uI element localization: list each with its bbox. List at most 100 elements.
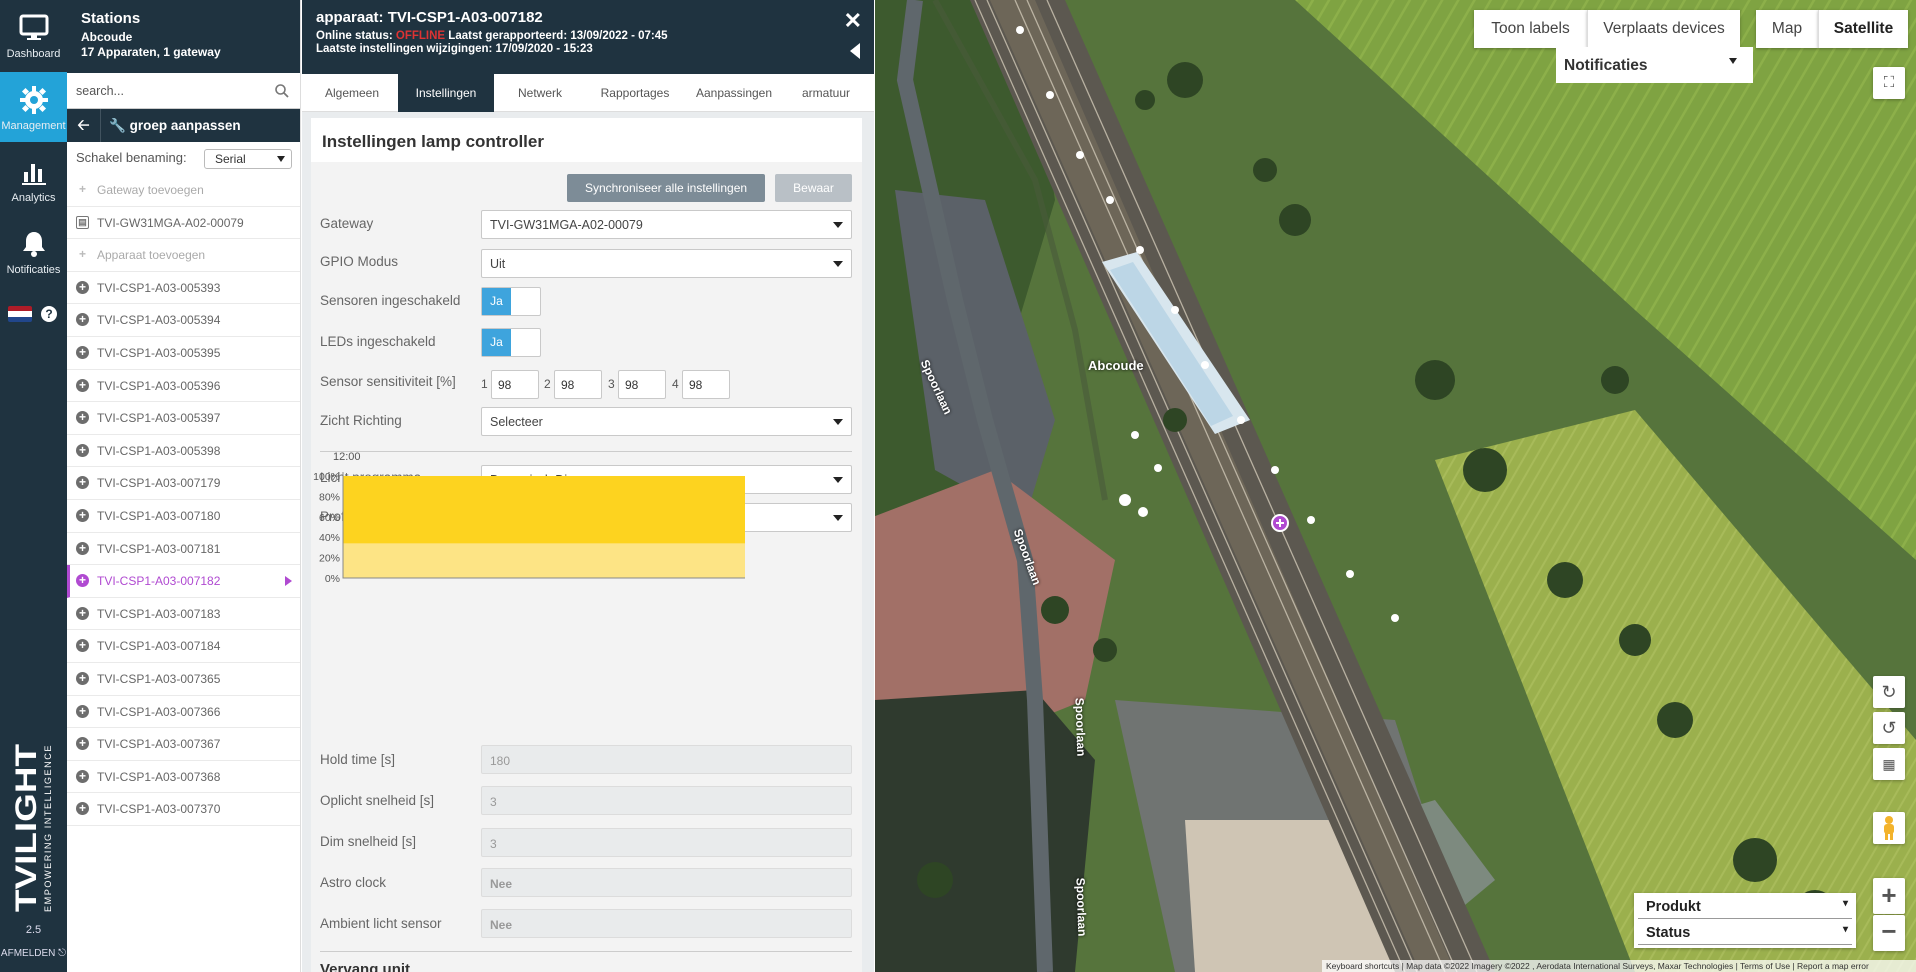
device-list-item[interactable]: + TVI-CSP1-A03-007184	[67, 630, 300, 663]
device-list-item[interactable]: + TVI-CSP1-A03-007181	[67, 533, 300, 566]
rotate-left-icon[interactable]: ↺	[1873, 712, 1905, 744]
logo-tagline: EMPOWERING INTELLIGENCE	[43, 744, 53, 912]
add-gateway-button[interactable]: + Gateway toevoegen	[67, 174, 300, 207]
legend-status-select[interactable]: Status	[1638, 921, 1852, 945]
device-plus-icon: +	[76, 280, 89, 294]
nav-dashboard[interactable]: Dashboard	[0, 0, 67, 70]
astro-clock-input[interactable]: Nee	[481, 868, 852, 897]
device-plus-icon: +	[76, 769, 89, 783]
device-plus-icon: +	[76, 639, 89, 653]
device-list-item[interactable]: + TVI-CSP1-A03-007367	[67, 728, 300, 761]
naming-select[interactable]: Serial	[204, 149, 292, 169]
move-devices-button[interactable]: Verplaats devices	[1587, 10, 1740, 48]
map-attribution[interactable]: Keyboard shortcuts | Map data ©2022 Imag…	[1322, 960, 1916, 972]
tilt-icon[interactable]: ▦	[1873, 748, 1905, 780]
add-device-label: Apparaat toevoegen	[97, 248, 206, 263]
tab-armatuur[interactable]: armatuur	[784, 74, 868, 112]
chart-y-tick: 100%	[313, 471, 340, 483]
nav-notifications[interactable]: Notificaties	[0, 216, 67, 286]
device-plus-icon: +	[76, 476, 89, 490]
tvilight-logo: TVILIGHT EMPOWERING INTELLIGENCE	[10, 744, 53, 912]
device-label: TVI-CSP1-A03-005398	[97, 443, 221, 458]
device-list-item[interactable]: + TVI-CSP1-A03-005398	[67, 435, 300, 468]
chart-time-label: 12:00	[333, 451, 361, 463]
satellite-map[interactable]: Abcoude Spoorlaan Spoorlaan Spoorlaan Sp…	[875, 0, 1916, 972]
search-icon[interactable]	[274, 83, 290, 99]
list-title: Stations	[81, 10, 141, 27]
street-label: Spoorlaan	[1072, 697, 1089, 757]
collapse-arrow-icon[interactable]	[850, 43, 860, 59]
zoom-in-button[interactable]: +	[1873, 878, 1905, 914]
nav-label-management: Management	[1, 120, 66, 132]
map-type-map-button[interactable]: Map	[1756, 10, 1818, 48]
ambient-sensor-input[interactable]: Nee	[481, 909, 852, 938]
gear-icon	[19, 86, 48, 114]
dimming-profile-chart: 12:00 100% 80% 60% 40% 20% 0%	[313, 451, 745, 585]
nav-management[interactable]: Management	[0, 72, 67, 142]
search-input[interactable]: search...	[67, 73, 300, 109]
logout-button[interactable]: AFMELDEN ⎋	[0, 948, 67, 959]
tab-aanpassingen[interactable]: Aanpassingen	[684, 74, 784, 112]
device-list-item[interactable]: + TVI-CSP1-A03-005397	[67, 402, 300, 435]
device-list-item[interactable]: + TVI-CSP1-A03-005396	[67, 370, 300, 403]
tab-netwerk[interactable]: Netwerk	[494, 74, 586, 112]
dim-speed-label: Dim snelheid [s]	[320, 834, 417, 849]
tab-rapportages[interactable]: Rapportages	[586, 74, 684, 112]
device-list-item[interactable]: + TVI-CSP1-A03-007366	[67, 696, 300, 729]
map-imagery[interactable]	[875, 0, 1916, 972]
help-button[interactable]: ?	[41, 306, 57, 322]
list-header: Stations Abcoude 17 Apparaten, 1 gateway	[67, 0, 300, 73]
device-label: TVI-CSP1-A03-007368	[97, 769, 221, 784]
main-nav: Dashboard Management Analytics Notificat…	[0, 0, 67, 972]
zoom-out-button[interactable]: −	[1873, 915, 1905, 951]
device-list-item[interactable]: + TVI-CSP1-A03-007182	[67, 565, 300, 598]
chart-y-tick: 40%	[319, 532, 340, 544]
device-list-item[interactable]: + TVI-CSP1-A03-007179	[67, 467, 300, 500]
rotate-right-icon[interactable]: ↻	[1873, 676, 1905, 708]
list-location: Abcoude	[81, 30, 133, 44]
monitor-icon	[19, 14, 48, 40]
device-list-item[interactable]: + TVI-CSP1-A03-007368	[67, 761, 300, 794]
close-icon[interactable]: ✕	[844, 8, 862, 34]
hold-time-input[interactable]: 180	[481, 745, 852, 774]
add-device-button[interactable]: + Apparaat toevoegen	[67, 239, 300, 272]
rise-speed-input[interactable]: 3	[481, 786, 852, 815]
group-edit-bar: 🡠 🔧 groep aanpassen	[67, 109, 300, 142]
device-label: TVI-CSP1-A03-005395	[97, 345, 221, 360]
device-list-item[interactable]: + TVI-CSP1-A03-005394	[67, 304, 300, 337]
device-list-item[interactable]: + TVI-CSP1-A03-007370	[67, 793, 300, 826]
map-type-satellite-button[interactable]: Satellite	[1818, 10, 1908, 48]
language-flag-icon[interactable]	[8, 306, 32, 322]
device-detail-panel: apparaat: TVI-CSP1-A03-007182 Online sta…	[302, 0, 874, 972]
edit-group-button[interactable]: 🔧 groep aanpassen	[109, 118, 241, 134]
tab-instellingen[interactable]: Instellingen	[398, 74, 494, 112]
device-list-item[interactable]: + TVI-CSP1-A03-007180	[67, 500, 300, 533]
device-list-item[interactable]: + TVI-CSP1-A03-005393	[67, 272, 300, 305]
gateway-label: TVI-GW31MGA-A02-00079	[97, 215, 244, 230]
map-legend: Produkt Status	[1634, 893, 1856, 948]
nav-label-analytics: Analytics	[11, 192, 56, 204]
street-view-pegman-icon[interactable]	[1873, 812, 1905, 844]
device-label: TVI-CSP1-A03-007183	[97, 606, 221, 621]
last-changed: Laatste instellingen wijzigingen: 17/09/…	[316, 43, 593, 55]
nav-analytics[interactable]: Analytics	[0, 144, 67, 214]
naming-row: Schakel benaming: Serial	[67, 142, 300, 174]
fullscreen-icon[interactable]: ⛶	[1873, 67, 1905, 99]
chart-y-tick: 60%	[319, 512, 340, 524]
toggle-labels-button[interactable]: Toon labels	[1474, 10, 1587, 48]
gateway-item[interactable]: ▤ TVI-GW31MGA-A02-00079	[67, 207, 300, 240]
dim-speed-input[interactable]: 3	[481, 828, 852, 857]
device-title: apparaat: TVI-CSP1-A03-007182	[316, 9, 543, 26]
tab-algemeen[interactable]: Algemeen	[306, 74, 398, 112]
selected-caret-icon	[285, 576, 292, 587]
notifications-select[interactable]: Notificaties	[1556, 47, 1753, 83]
back-arrow-icon[interactable]: 🡠	[67, 109, 101, 142]
device-list-item[interactable]: + TVI-CSP1-A03-005395	[67, 337, 300, 370]
chart-area-series-2	[343, 543, 745, 578]
device-plus-icon: +	[76, 574, 89, 588]
app-version: 2.5	[25, 924, 42, 936]
legend-product-select[interactable]: Produkt	[1638, 895, 1852, 919]
device-plus-icon: +	[76, 345, 89, 359]
device-list-item[interactable]: + TVI-CSP1-A03-007365	[67, 663, 300, 696]
device-list-item[interactable]: + TVI-CSP1-A03-007183	[67, 598, 300, 631]
